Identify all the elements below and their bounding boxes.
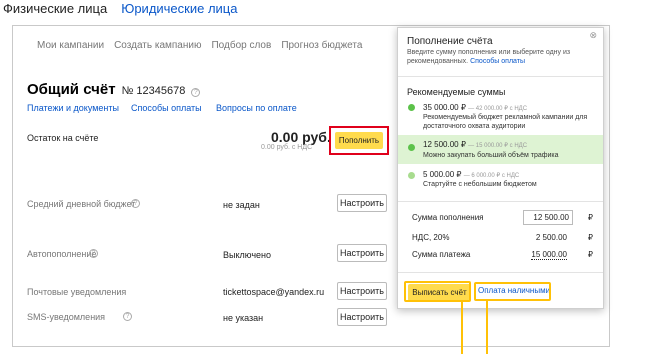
sms-notifications-configure-button[interactable]: Настроить [337,308,387,326]
account-title-text: Общий счёт [27,81,116,98]
daily-budget-label: Средний дневной бюджет [27,199,136,209]
popup-payment-methods-link[interactable]: Способы оплаты [470,58,525,65]
nav-budget-forecast[interactable]: Прогноз бюджета [281,40,362,51]
vat-value: 2 500.00 [535,233,567,242]
balance-amount: 0.00 руб. [271,129,331,145]
autopay-configure-button[interactable]: Настроить [337,244,387,262]
vat-label: НДС, 20% [412,233,450,242]
recommended-title: Рекомендуемые суммы [407,87,506,97]
divider [398,272,603,273]
help-icon[interactable]: ? [89,249,98,258]
sum-label: Сумма пополнения [412,213,484,222]
account-number: № 12345678 [121,85,186,97]
top-tabs: Физические лица Юридические лица [3,1,237,19]
currency-symbol: ₽ [587,250,593,259]
close-icon[interactable]: ⊗ [589,30,597,41]
link-payment-questions[interactable]: Вопросы по оплате [216,103,297,113]
option-amount: 12 500.00 ₽ — 15 000.00 ₽ с НДС [423,140,528,149]
tab-individuals[interactable]: Физические лица [3,1,107,19]
nav-keyword-picker[interactable]: Подбор слов [211,40,271,51]
popup-title: Пополнение счёта [407,36,493,47]
divider [398,76,603,77]
option-amount: 5 000.00 ₽ — 6 000.00 ₽ с НДС [423,170,520,179]
calc-row-sum: Сумма пополнения ₽ [398,210,603,227]
option-12500-selected[interactable]: 12 500.00 ₽ — 15 000.00 ₽ с НДС Можно за… [398,135,603,164]
autopay-label: Автопополнение [27,249,97,259]
annotation-line [486,301,488,354]
link-payment-methods[interactable]: Способы оплаты [131,103,202,113]
currency-symbol: ₽ [587,213,593,222]
annotation-line [461,302,463,354]
popup-description: Введите сумму пополнения или выберите од… [407,48,593,66]
link-payments-documents[interactable]: Платежи и документы [27,103,119,113]
total-value: 15 000.00 [531,250,567,260]
topup-button[interactable]: Пополнить [335,132,383,149]
help-icon[interactable]: ? [131,199,140,208]
annotation-box-cash [474,282,551,301]
option-amount: 35 000.00 ₽ — 42 000.00 ₽ с НДС [423,103,528,112]
option-5000[interactable]: 5 000.00 ₽ — 6 000.00 ₽ с НДС Стартуйте … [398,167,603,191]
sms-notifications-label: SMS-уведомления [27,312,106,322]
calc-row-vat: НДС, 20% 2 500.00 ₽ [398,233,603,245]
daily-budget-value: не задан [223,200,260,210]
option-35000[interactable]: 35 000.00 ₽ — 42 000.00 ₽ с НДС Рекоменд… [398,101,603,135]
topup-popup: ⊗ Пополнение счёта Введите сумму пополне… [397,27,604,309]
daily-budget-configure-button[interactable]: Настроить [337,194,387,212]
balance-vat: 0.00 руб. с НДС [261,144,313,151]
email-notifications-label: Почтовые уведомления [27,287,127,297]
currency-symbol: ₽ [587,233,593,242]
annotation-box-invoice [404,281,471,302]
nav-my-campaigns[interactable]: Мои кампании [37,40,104,51]
email-notifications-value: tickettospace@yandex.ru [223,287,325,297]
option-description: Стартуйте с небольшим бюджетом [423,181,537,188]
option-dot-icon [408,144,415,151]
help-icon[interactable]: ? [191,88,201,97]
topup-amount-input[interactable] [523,210,573,225]
divider [398,201,603,202]
sms-notifications-value: не указан [223,313,264,323]
option-description: Можно закупать больший объём трафика [423,152,559,159]
account-title: Общий счёт № 12345678 ? [27,81,201,98]
option-dot-icon [408,172,415,179]
help-icon[interactable]: ? [123,312,132,321]
autopay-value: Выключено [223,250,271,260]
nav-create-campaign[interactable]: Создать кампанию [114,40,201,51]
main-nav: Мои кампании Создать кампанию Подбор сло… [37,40,362,51]
total-label: Сумма платежа [412,250,471,259]
option-dot-icon [408,104,415,111]
email-notifications-configure-button[interactable]: Настроить [337,282,387,300]
balance-label: Остаток на счёте [27,133,99,143]
option-description: Рекомендуемый бюджет рекламной кампании … [423,114,588,130]
tab-legal-entities[interactable]: Юридические лица [121,1,237,19]
calc-row-total: Сумма платежа 15 000.00 ₽ [398,250,603,262]
